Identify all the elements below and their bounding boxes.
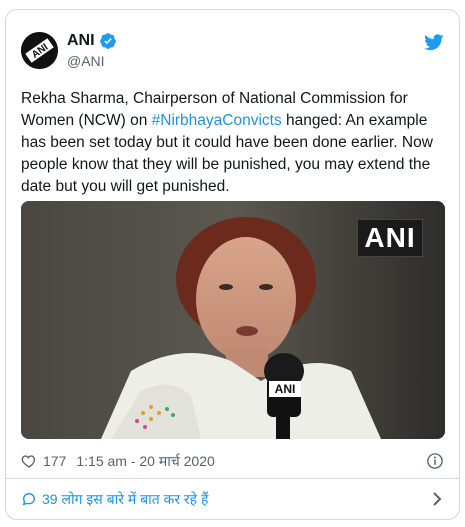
mic-label: ANI: [269, 381, 301, 397]
tweet-timestamp[interactable]: 1:15 am - 20 मार्च 2020: [76, 452, 214, 471]
twitter-bird-icon[interactable]: [424, 34, 444, 51]
tweet-meta: 177 1:15 am - 20 मार्च 2020: [21, 450, 444, 472]
chevron-right-icon: [430, 491, 444, 507]
tweet-media-image[interactable]: ANI ANI: [21, 201, 445, 439]
avatar[interactable]: ANI: [21, 32, 58, 69]
verified-badge-icon: [99, 32, 117, 50]
author-names: ANI @ANI: [67, 31, 117, 69]
conversation-count-text: 39 लोग इस बारे में बात कर रहे हैं: [42, 490, 209, 507]
divider: [6, 478, 459, 479]
tweet-card: ANI ANI @ANI Rekha Sharma, Chairperson o…: [5, 9, 460, 520]
author-handle[interactable]: @ANI: [67, 53, 117, 69]
hashtag-link[interactable]: #NirbhayaConvicts: [152, 112, 282, 129]
tweet-text: Rekha Sharma, Chairperson of National Co…: [21, 88, 446, 198]
info-icon[interactable]: [426, 452, 444, 470]
author-display-name[interactable]: ANI: [67, 32, 95, 50]
ani-watermark: ANI: [357, 219, 423, 257]
conversation-link[interactable]: 39 लोग इस बारे में बात कर रहे हैं: [21, 480, 444, 518]
heart-icon[interactable]: [21, 453, 37, 469]
tweet-header: ANI ANI @ANI: [21, 31, 444, 77]
reply-bubble-icon: [21, 491, 37, 507]
display-name-row: ANI: [67, 31, 117, 51]
like-count: 177: [43, 453, 67, 469]
